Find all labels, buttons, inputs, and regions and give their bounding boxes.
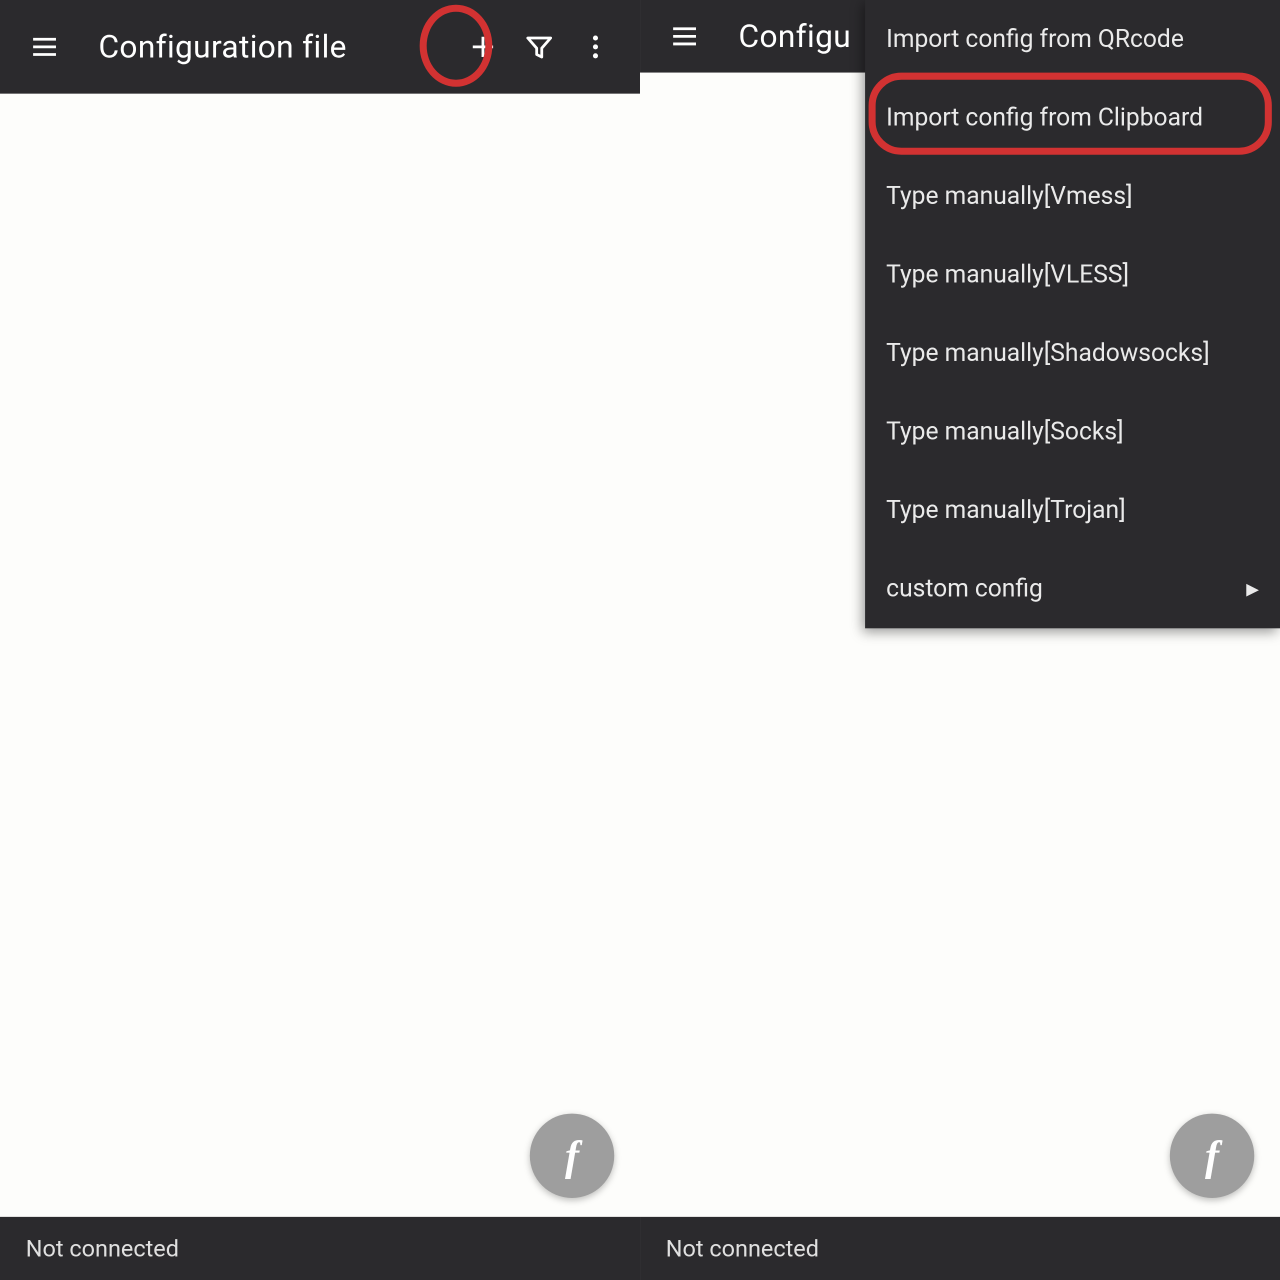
menu-item-socks[interactable]: Type manually[Socks] — [865, 393, 1280, 472]
menu-item-vless[interactable]: Type manually[VLESS] — [865, 236, 1280, 315]
chevron-right-icon: ▶ — [1246, 580, 1259, 599]
menu-label: Import config from Clipboard — [886, 104, 1203, 132]
status-bar: Not connected — [0, 1217, 640, 1280]
menu-item-import-qrcode[interactable]: Import config from QRcode — [865, 0, 1280, 79]
status-bar: Not connected — [640, 1217, 1280, 1280]
menu-label: Type manually[VLESS] — [886, 261, 1129, 289]
menu-item-trojan[interactable]: Type manually[Trojan] — [865, 471, 1280, 550]
menu-label: Type manually[Shadowsocks] — [886, 339, 1209, 367]
add-config-menu: Import config from QRcode Import config … — [865, 0, 1280, 628]
fab-button[interactable]: f — [1170, 1114, 1254, 1198]
menu-label: Type manually[Vmess] — [886, 182, 1132, 210]
menu-item-custom-config[interactable]: custom config ▶ — [865, 550, 1280, 629]
menu-label: Import config from QRcode — [886, 25, 1184, 53]
status-text: Not connected — [26, 1234, 179, 1262]
empty-content — [0, 94, 640, 1217]
menu-item-vmess[interactable]: Type manually[Vmess] — [865, 157, 1280, 236]
appbar: Configuration file — [0, 0, 640, 94]
fab-label: f — [1205, 1131, 1219, 1180]
hamburger-menu-icon[interactable] — [16, 19, 72, 75]
filter-icon[interactable] — [511, 19, 567, 75]
hamburger-menu-icon[interactable] — [656, 8, 712, 64]
fab-button[interactable]: f — [530, 1114, 614, 1198]
menu-item-shadowsocks[interactable]: Type manually[Shadowsocks] — [865, 314, 1280, 393]
screenshot-left: Configuration file Not connected f — [0, 0, 640, 1280]
add-button[interactable] — [455, 19, 511, 75]
menu-label: Type manually[Socks] — [886, 418, 1123, 446]
menu-item-import-clipboard[interactable]: Import config from Clipboard — [865, 79, 1280, 158]
menu-label: Type manually[Trojan] — [886, 496, 1125, 524]
menu-label: custom config — [886, 575, 1043, 603]
fab-label: f — [565, 1131, 579, 1180]
app-title: Configuration file — [98, 28, 454, 66]
screenshot-right: Configu Not connected f Import config fr… — [640, 0, 1280, 1280]
overflow-menu-icon[interactable] — [567, 19, 623, 75]
status-text: Not connected — [666, 1234, 819, 1262]
